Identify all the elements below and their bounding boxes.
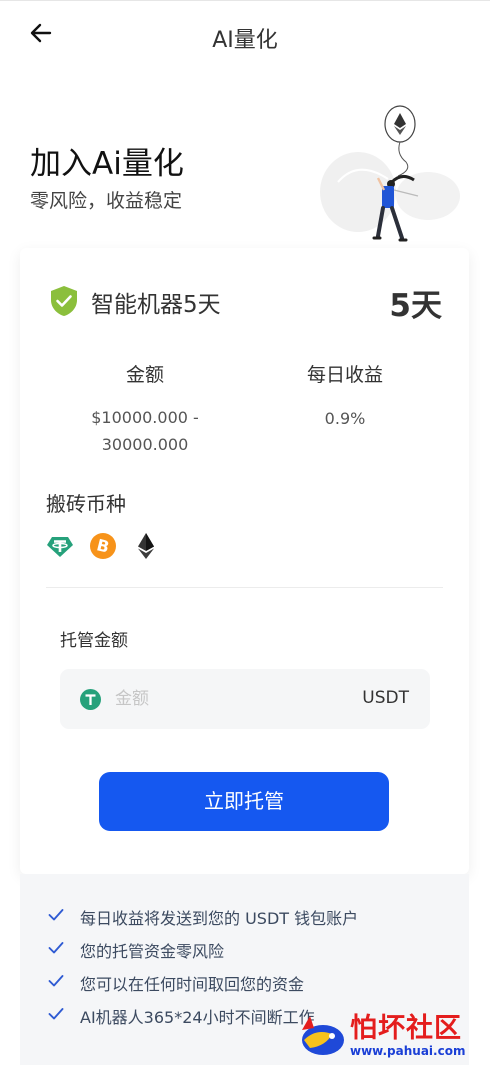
ethereum-icon	[138, 533, 154, 559]
page-title: AI量化	[212, 28, 278, 53]
plan-duration: 5天	[389, 288, 442, 324]
plan-name: 智能机器5天	[91, 292, 221, 318]
usdt-icon	[47, 537, 73, 557]
amount-input[interactable]	[115, 683, 335, 715]
deposit-field[interactable]: USDT	[60, 669, 430, 729]
watermark-url: www.pahuai.com	[350, 1044, 466, 1058]
amount-range: $10000.000 - 30000.000	[91, 408, 199, 454]
check-icon	[48, 975, 64, 987]
note-text: 您的托管资金零风险	[80, 942, 225, 961]
deposit-label: 托管金额	[60, 631, 128, 651]
header: AI量化	[0, 0, 490, 72]
fish-logo-icon	[302, 1016, 344, 1055]
watermark-text: 怕坏社区	[350, 1013, 462, 1044]
note-text: AI机器人365*24小时不间断工作	[80, 1008, 315, 1027]
note-text: 每日收益将发送到您的 USDT 钱包账户	[80, 909, 359, 928]
plan-card: 智能机器5天 5天 金额 每日收益 $10000.000 - 30000.000…	[20, 248, 469, 874]
check-icon	[48, 1008, 64, 1020]
note-text: 您可以在任何时间取回您的资金	[80, 975, 305, 994]
shield-check-icon	[51, 286, 77, 316]
hero-title: 加入Ai量化	[30, 146, 184, 182]
daily-income-label: 每日收益	[306, 364, 383, 386]
amount-label: 金额	[125, 364, 164, 386]
daily-income-value: 0.9%	[324, 409, 366, 428]
check-icon	[48, 942, 64, 954]
watermark: 怕坏社区 www.pahuai.com	[296, 1004, 486, 1064]
deposit-button[interactable]: 立即托管	[99, 772, 389, 831]
coins-label: 搬砖币种	[46, 492, 126, 516]
currency-unit: USDT	[362, 688, 409, 708]
balloon-illustration	[320, 105, 460, 242]
divider	[46, 587, 443, 588]
hero-subtitle: 零风险，收益稳定	[30, 190, 183, 212]
bitcoin-icon: B	[90, 533, 116, 559]
check-icon	[48, 909, 64, 921]
usdt-icon	[80, 689, 101, 710]
